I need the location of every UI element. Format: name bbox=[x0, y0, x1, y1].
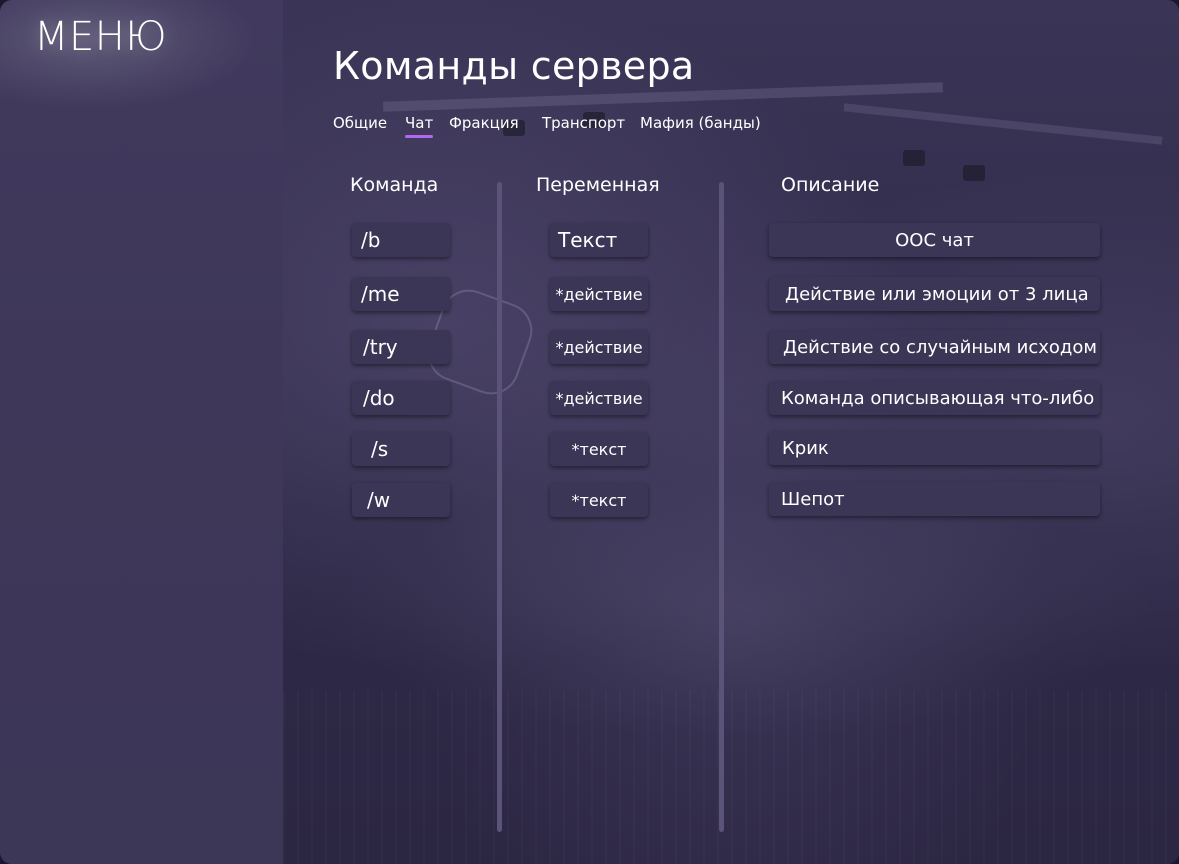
description-cell: Шепот bbox=[769, 482, 1100, 516]
description-cell: Крик bbox=[769, 431, 1100, 465]
app-window: МЕНЮ Команды сервера Общие Чат Фракция Т… bbox=[0, 0, 1179, 864]
command-cell[interactable]: /b bbox=[352, 223, 450, 257]
tab-transport[interactable]: Транспорт bbox=[542, 114, 625, 132]
command-cell[interactable]: /do bbox=[352, 381, 450, 415]
tab-faction[interactable]: Фракция bbox=[449, 114, 519, 132]
menu-title[interactable]: МЕНЮ bbox=[34, 14, 167, 60]
description-cell: Команда описывающая что-либо bbox=[769, 381, 1100, 415]
variable-cell: *текст bbox=[550, 432, 648, 466]
tab-general[interactable]: Общие bbox=[333, 114, 387, 132]
crowd-background bbox=[323, 480, 1163, 740]
page-title: Команды сервера bbox=[333, 44, 695, 88]
sidebar: МЕНЮ bbox=[0, 0, 283, 864]
column-divider bbox=[719, 182, 724, 832]
column-header-command: Команда bbox=[350, 174, 439, 196]
column-divider bbox=[497, 182, 502, 832]
stage-light bbox=[963, 165, 985, 181]
variable-cell: Текст bbox=[550, 223, 648, 257]
description-cell: ООС чат bbox=[769, 223, 1100, 257]
description-cell: Действие или эмоции от 3 лица bbox=[769, 277, 1100, 311]
tab-chat[interactable]: Чат bbox=[405, 114, 434, 138]
variable-cell: *действие bbox=[550, 381, 648, 415]
description-cell: Действие со случайным исходом bbox=[769, 330, 1100, 364]
command-cell[interactable]: /try bbox=[352, 330, 450, 364]
stage-truss bbox=[843, 103, 1163, 145]
variable-cell: *действие bbox=[550, 330, 648, 364]
column-header-variable: Переменная bbox=[536, 174, 660, 196]
command-cell[interactable]: /w bbox=[352, 483, 450, 517]
variable-cell: *текст bbox=[550, 483, 648, 517]
tab-mafia[interactable]: Мафия (банды) bbox=[640, 114, 761, 132]
command-cell[interactable]: /s bbox=[352, 432, 450, 466]
floor-background bbox=[283, 690, 1179, 864]
stage-light bbox=[903, 150, 925, 166]
variable-cell: *действие bbox=[550, 277, 648, 311]
column-header-description: Описание bbox=[781, 174, 880, 196]
command-cell[interactable]: /me bbox=[352, 277, 450, 311]
